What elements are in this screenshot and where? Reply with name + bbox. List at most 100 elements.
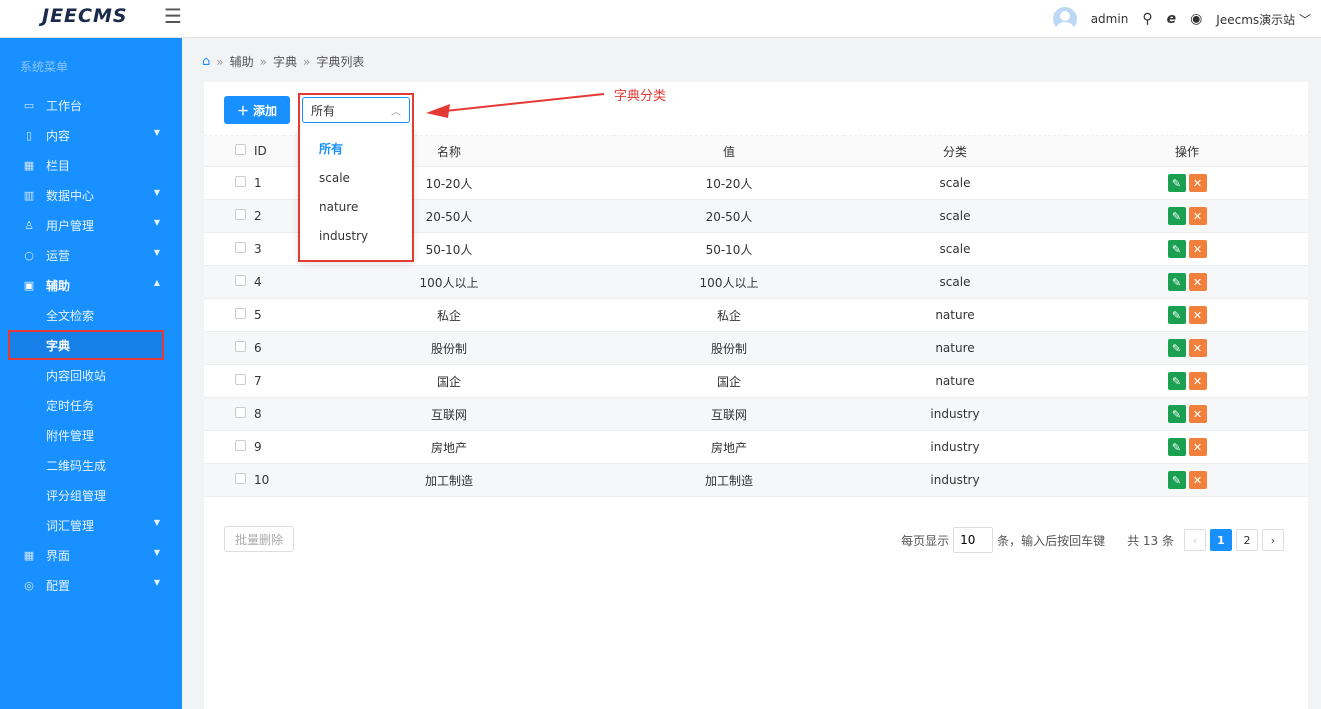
cell-id: 9 bbox=[254, 430, 284, 464]
sidebar-sub-attachments[interactable]: 附件管理 bbox=[0, 420, 182, 450]
home-icon[interactable]: ⌂ bbox=[202, 54, 210, 69]
breadcrumb-item[interactable]: 辅助 bbox=[230, 53, 254, 70]
sidebar-item-label: 配置 bbox=[46, 578, 71, 593]
app-logo[interactable]: JEECMS bbox=[42, 5, 128, 27]
delete-icon[interactable]: ✕ bbox=[1188, 405, 1207, 423]
batch-delete-button[interactable]: 批量删除 bbox=[224, 526, 294, 552]
cell-category: scale bbox=[844, 166, 1066, 200]
cell-name: 股份制 bbox=[284, 331, 614, 365]
table-row: 7 国企 国企 nature ✎ ✕ bbox=[204, 364, 1308, 398]
annotation-arrow-icon bbox=[426, 93, 605, 118]
sidebar-item-interface[interactable]: ▦ 界面 ▼ bbox=[0, 540, 182, 570]
settings-icon[interactable]: ◉ bbox=[1190, 11, 1202, 27]
per-page-prefix: 每页显示 bbox=[901, 533, 950, 548]
hamburger-icon[interactable]: ☰ bbox=[164, 4, 182, 28]
delete-icon[interactable]: ✕ bbox=[1188, 174, 1207, 192]
sidebar-sub-rating-groups[interactable]: 评分组管理 bbox=[0, 480, 182, 510]
category-select[interactable]: 所有 ︿ bbox=[302, 97, 410, 123]
sidebar-item-user-management[interactable]: ♙ 用户管理 ▼ bbox=[0, 210, 182, 240]
table-row: 10 加工制造 加工制造 industry ✎ ✕ bbox=[204, 463, 1308, 497]
delete-icon[interactable]: ✕ bbox=[1188, 306, 1207, 324]
cell-value: 50-10人 bbox=[614, 232, 844, 266]
cell-category: nature bbox=[844, 331, 1066, 365]
sidebar-item-label: 辅助 bbox=[46, 278, 71, 293]
delete-icon[interactable]: ✕ bbox=[1188, 273, 1207, 291]
sidebar-sub-vocabulary[interactable]: 词汇管理 ▼ bbox=[0, 510, 182, 540]
delete-icon[interactable]: ✕ bbox=[1188, 240, 1207, 258]
select-all-checkbox[interactable] bbox=[235, 144, 246, 155]
sidebar-sub-scheduled-tasks[interactable]: 定时任务 bbox=[0, 390, 182, 420]
sidebar-item-column[interactable]: ▦ 栏目 bbox=[0, 150, 182, 180]
sidebar-item-content[interactable]: ▯ 内容 ▼ bbox=[0, 120, 182, 150]
row-checkbox[interactable] bbox=[235, 440, 246, 451]
delete-icon[interactable]: ✕ bbox=[1188, 372, 1207, 390]
delete-icon[interactable]: ✕ bbox=[1188, 471, 1207, 489]
row-checkbox[interactable] bbox=[235, 242, 246, 253]
row-checkbox[interactable] bbox=[235, 374, 246, 385]
ie-icon[interactable]: e bbox=[1167, 11, 1177, 27]
edit-icon[interactable]: ✎ bbox=[1167, 273, 1186, 291]
caret-down-icon: ▼ bbox=[153, 218, 160, 227]
edit-icon[interactable]: ✎ bbox=[1167, 207, 1186, 225]
row-checkbox[interactable] bbox=[235, 308, 246, 319]
dropdown-option-all[interactable]: 所有 bbox=[299, 135, 413, 164]
row-checkbox[interactable] bbox=[235, 341, 246, 352]
dropdown-option-scale[interactable]: scale bbox=[299, 164, 413, 193]
page-button-2[interactable]: 2 bbox=[1236, 529, 1258, 551]
user-icon: ♙ bbox=[24, 218, 34, 232]
page-size-input[interactable] bbox=[953, 527, 994, 553]
breadcrumb-item[interactable]: 字典 bbox=[273, 53, 297, 70]
avatar[interactable] bbox=[1052, 7, 1077, 31]
row-checkbox-cell bbox=[204, 364, 254, 398]
cell-id: 8 bbox=[254, 397, 284, 431]
row-checkbox[interactable] bbox=[235, 176, 246, 187]
sidebar-item-workbench[interactable]: ▭ 工作台 bbox=[0, 90, 182, 120]
sidebar-sub-qrcode[interactable]: 二维码生成 bbox=[0, 450, 182, 480]
sidebar-item-config[interactable]: ◎ 配置 ▼ bbox=[0, 570, 182, 600]
top-right-tools: admin ⚲ e ◉ Jeecms演示站 ﹀ bbox=[1052, 0, 1311, 38]
delete-icon[interactable]: ✕ bbox=[1188, 339, 1207, 357]
chart-icon: ▥ bbox=[23, 188, 35, 202]
add-button[interactable]: ＋ 添加 bbox=[224, 96, 290, 124]
edit-icon[interactable]: ✎ bbox=[1167, 372, 1186, 390]
row-checkbox[interactable] bbox=[235, 275, 246, 286]
delete-icon[interactable]: ✕ bbox=[1188, 207, 1207, 225]
layout-icon: ▦ bbox=[23, 548, 35, 562]
delete-icon[interactable]: ✕ bbox=[1188, 438, 1207, 456]
dropdown-option-nature[interactable]: nature bbox=[299, 193, 413, 222]
sidebar-item-data-center[interactable]: ▥ 数据中心 ▼ bbox=[0, 180, 182, 210]
desktop-icon: ▭ bbox=[23, 98, 35, 112]
row-checkbox-cell bbox=[204, 265, 254, 299]
edit-icon[interactable]: ✎ bbox=[1167, 438, 1186, 456]
sidebar-item-operations[interactable]: ○ 运营 ▼ bbox=[0, 240, 182, 270]
dropdown-option-industry[interactable]: industry bbox=[299, 222, 413, 251]
edit-icon[interactable]: ✎ bbox=[1167, 405, 1186, 423]
cell-value: 股份制 bbox=[614, 331, 844, 365]
cell-name: 房地产 bbox=[284, 430, 614, 464]
table-row: 6 股份制 股份制 nature ✎ ✕ bbox=[204, 331, 1308, 365]
sidebar-sub-recycle-bin[interactable]: 内容回收站 bbox=[0, 360, 182, 390]
username[interactable]: admin bbox=[1091, 12, 1129, 26]
prev-page-icon[interactable]: ‹ bbox=[1184, 529, 1206, 551]
cell-actions: ✎ ✕ bbox=[1066, 199, 1308, 233]
sidebar-item-auxiliary[interactable]: ▣ 辅助 ▲ bbox=[0, 270, 182, 300]
sidebar-sub-fulltext-search[interactable]: 全文检索 bbox=[0, 300, 182, 330]
page-button-1[interactable]: 1 bbox=[1210, 529, 1232, 551]
sidebar: 系统菜单 ▭ 工作台 ▯ 内容 ▼ ▦ 栏目 ▥ 数据中心 ▼ ♙ 用户管理 ▼ ○ 运营 ▼ ▣ 辅… bbox=[0, 38, 182, 709]
site-switcher[interactable]: Jeecms演示站 ﹀ bbox=[1216, 11, 1311, 28]
circle-icon: ○ bbox=[24, 248, 34, 262]
config-icon: ◎ bbox=[24, 578, 34, 592]
sidebar-sub-dictionary[interactable]: 字典 bbox=[8, 330, 164, 360]
row-checkbox[interactable] bbox=[235, 473, 246, 484]
user-icon[interactable]: ⚲ bbox=[1142, 11, 1152, 27]
edit-icon[interactable]: ✎ bbox=[1167, 471, 1186, 489]
row-checkbox[interactable] bbox=[235, 209, 246, 220]
total-count: 共 13 条 bbox=[1127, 533, 1174, 548]
edit-icon[interactable]: ✎ bbox=[1167, 339, 1186, 357]
edit-icon[interactable]: ✎ bbox=[1167, 240, 1186, 258]
edit-icon[interactable]: ✎ bbox=[1167, 174, 1186, 192]
edit-icon[interactable]: ✎ bbox=[1167, 306, 1186, 324]
next-page-icon[interactable]: › bbox=[1262, 529, 1284, 551]
row-checkbox-cell bbox=[204, 298, 254, 332]
row-checkbox[interactable] bbox=[235, 407, 246, 418]
